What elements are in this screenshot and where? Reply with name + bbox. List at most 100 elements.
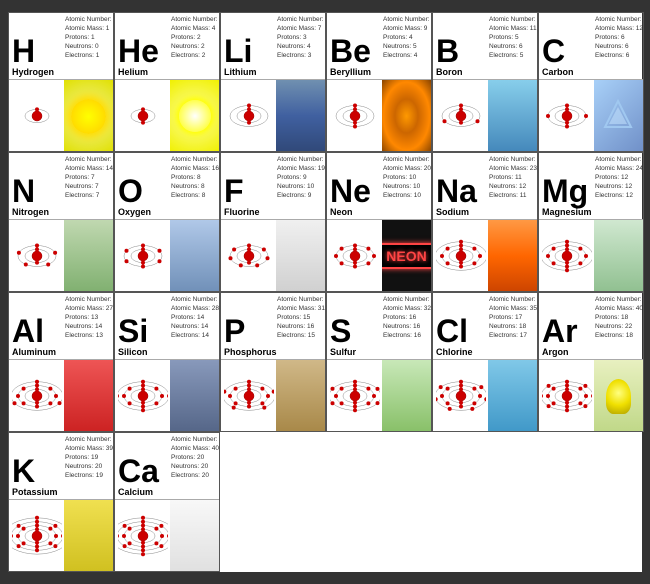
element-ar[interactable]: Ar Argon Atomic Number: 18Atomic Mass: 4… bbox=[538, 292, 644, 432]
electron-diagram-be bbox=[327, 80, 382, 152]
element-bottom-na bbox=[433, 219, 537, 291]
symbol-box-al: Al Aluminum bbox=[9, 293, 64, 359]
element-be[interactable]: Be Beryllium Atomic Number: 4Atomic Mass… bbox=[326, 12, 432, 152]
element-cl[interactable]: Cl Chlorine Atomic Number: 17Atomic Mass… bbox=[432, 292, 538, 432]
name-he: Helium bbox=[118, 67, 148, 77]
name-al: Aluminum bbox=[12, 347, 56, 357]
electron-diagram-he bbox=[115, 80, 170, 152]
name-f: Fluorine bbox=[224, 207, 260, 217]
element-bottom-h bbox=[9, 79, 113, 151]
symbol-cl: Cl bbox=[436, 315, 468, 347]
electron-diagram-ar bbox=[539, 360, 594, 432]
symbol-box-s: S Sulfur bbox=[327, 293, 382, 359]
name-na: Sodium bbox=[436, 207, 469, 217]
name-n: Nitrogen bbox=[12, 207, 49, 217]
element-mg[interactable]: Mg Magnesium Atomic Number: 12Atomic Mas… bbox=[538, 152, 644, 292]
element-bottom-li bbox=[221, 79, 325, 151]
symbol-h: H bbox=[12, 35, 35, 67]
electron-diagram-s bbox=[327, 360, 382, 432]
info-ca: Atomic Number: 20Atomic Mass: 40Protons:… bbox=[170, 433, 220, 499]
symbol-ne: Ne bbox=[330, 175, 371, 207]
element-s[interactable]: S Sulfur Atomic Number: 16Atomic Mass: 3… bbox=[326, 292, 432, 432]
element-bottom-k bbox=[9, 499, 113, 571]
name-be: Beryllium bbox=[330, 67, 371, 77]
element-bottom-f bbox=[221, 219, 325, 291]
symbol-k: K bbox=[12, 455, 35, 487]
element-bottom-mg bbox=[539, 219, 643, 291]
symbol-box-he: He Helium bbox=[115, 13, 170, 79]
element-h[interactable]: H Hydrogen Atomic Number: 1Atomic Mass: … bbox=[8, 12, 114, 152]
element-image-ar bbox=[594, 360, 643, 432]
element-top-o: O Oxygen Atomic Number: 8Atomic Mass: 16… bbox=[115, 153, 219, 219]
element-top-ca: Ca Calcium Atomic Number: 20Atomic Mass:… bbox=[115, 433, 219, 499]
symbol-s: S bbox=[330, 315, 351, 347]
symbol-box-n: N Nitrogen bbox=[9, 153, 64, 219]
symbol-be: Be bbox=[330, 35, 371, 67]
electron-diagram-p bbox=[221, 360, 276, 432]
element-p[interactable]: P Phosphorus Atomic Number: 15Atomic Mas… bbox=[220, 292, 326, 432]
element-image-be bbox=[382, 80, 431, 152]
symbol-box-p: P Phosphorus bbox=[221, 293, 276, 359]
info-k: Atomic Number: 19Atomic Mass: 39Protons:… bbox=[64, 433, 114, 499]
element-bottom-ne: NEON bbox=[327, 219, 431, 291]
symbol-box-be: Be Beryllium bbox=[327, 13, 382, 79]
element-image-na bbox=[488, 220, 537, 292]
electron-diagram-ne bbox=[327, 220, 382, 292]
element-he[interactable]: He Helium Atomic Number: 2Atomic Mass: 4… bbox=[114, 12, 220, 152]
element-top-na: Na Sodium Atomic Number: 11Atomic Mass: … bbox=[433, 153, 537, 219]
symbol-box-ca: Ca Calcium bbox=[115, 433, 170, 499]
element-image-si bbox=[170, 360, 219, 432]
element-image-b bbox=[488, 80, 537, 152]
element-f[interactable]: F Fluorine Atomic Number: 9Atomic Mass: … bbox=[220, 152, 326, 292]
element-bottom-al bbox=[9, 359, 113, 431]
name-li: Lithium bbox=[224, 67, 257, 77]
symbol-box-f: F Fluorine bbox=[221, 153, 276, 219]
element-ca[interactable]: Ca Calcium Atomic Number: 20Atomic Mass:… bbox=[114, 432, 220, 572]
element-bottom-ar bbox=[539, 359, 643, 431]
element-na[interactable]: Na Sodium Atomic Number: 11Atomic Mass: … bbox=[432, 152, 538, 292]
info-p: Atomic Number: 15Atomic Mass: 31Protons:… bbox=[276, 293, 326, 359]
element-b[interactable]: B Boron Atomic Number: 5Atomic Mass: 11P… bbox=[432, 12, 538, 152]
element-k[interactable]: K Potassium Atomic Number: 19Atomic Mass… bbox=[8, 432, 114, 572]
name-si: Silicon bbox=[118, 347, 148, 357]
info-f: Atomic Number: 9Atomic Mass: 19Protons: … bbox=[276, 153, 326, 219]
info-b: Atomic Number: 5Atomic Mass: 11Protons: … bbox=[488, 13, 538, 79]
element-image-o bbox=[170, 220, 219, 292]
electron-diagram-na bbox=[433, 220, 488, 292]
element-li[interactable]: Li Lithium Atomic Number: 3Atomic Mass: … bbox=[220, 12, 326, 152]
info-h: Atomic Number: 1Atomic Mass: 1Protons: 1… bbox=[64, 13, 114, 79]
symbol-mg: Mg bbox=[542, 175, 588, 207]
element-image-ca bbox=[170, 500, 219, 572]
symbol-box-ne: Ne Neon bbox=[327, 153, 382, 219]
symbol-he: He bbox=[118, 35, 159, 67]
element-ne[interactable]: Ne Neon Atomic Number: 10Atomic Mass: 20… bbox=[326, 152, 432, 292]
element-image-n bbox=[64, 220, 113, 292]
element-top-p: P Phosphorus Atomic Number: 15Atomic Mas… bbox=[221, 293, 325, 359]
electron-diagram-o bbox=[115, 220, 170, 292]
element-bottom-ca bbox=[115, 499, 219, 571]
element-image-s bbox=[382, 360, 431, 432]
info-o: Atomic Number: 8Atomic Mass: 16Protons: … bbox=[170, 153, 220, 219]
element-n[interactable]: N Nitrogen Atomic Number: 7Atomic Mass: … bbox=[8, 152, 114, 292]
symbol-box-cl: Cl Chlorine bbox=[433, 293, 488, 359]
info-be: Atomic Number: 4Atomic Mass: 9Protons: 4… bbox=[382, 13, 432, 79]
element-bottom-he bbox=[115, 79, 219, 151]
element-c[interactable]: C Carbon Atomic Number: 6Atomic Mass: 12… bbox=[538, 12, 644, 152]
element-image-mg bbox=[594, 220, 643, 292]
element-si[interactable]: Si Silicon Atomic Number: 14Atomic Mass:… bbox=[114, 292, 220, 432]
element-al[interactable]: Al Aluminum Atomic Number: 13Atomic Mass… bbox=[8, 292, 114, 432]
element-top-n: N Nitrogen Atomic Number: 7Atomic Mass: … bbox=[9, 153, 113, 219]
element-image-f bbox=[276, 220, 325, 292]
element-top-li: Li Lithium Atomic Number: 3Atomic Mass: … bbox=[221, 13, 325, 79]
element-o[interactable]: O Oxygen Atomic Number: 8Atomic Mass: 16… bbox=[114, 152, 220, 292]
element-top-al: Al Aluminum Atomic Number: 13Atomic Mass… bbox=[9, 293, 113, 359]
info-mg: Atomic Number: 12Atomic Mass: 24Protons:… bbox=[594, 153, 644, 219]
name-ne: Neon bbox=[330, 207, 353, 217]
info-cl: Atomic Number: 17Atomic Mass: 35Protons:… bbox=[488, 293, 538, 359]
electron-diagram-c bbox=[539, 80, 594, 152]
name-c: Carbon bbox=[542, 67, 574, 77]
element-top-he: He Helium Atomic Number: 2Atomic Mass: 4… bbox=[115, 13, 219, 79]
info-li: Atomic Number: 3Atomic Mass: 7Protons: 3… bbox=[276, 13, 326, 79]
symbol-li: Li bbox=[224, 35, 252, 67]
element-bottom-s bbox=[327, 359, 431, 431]
